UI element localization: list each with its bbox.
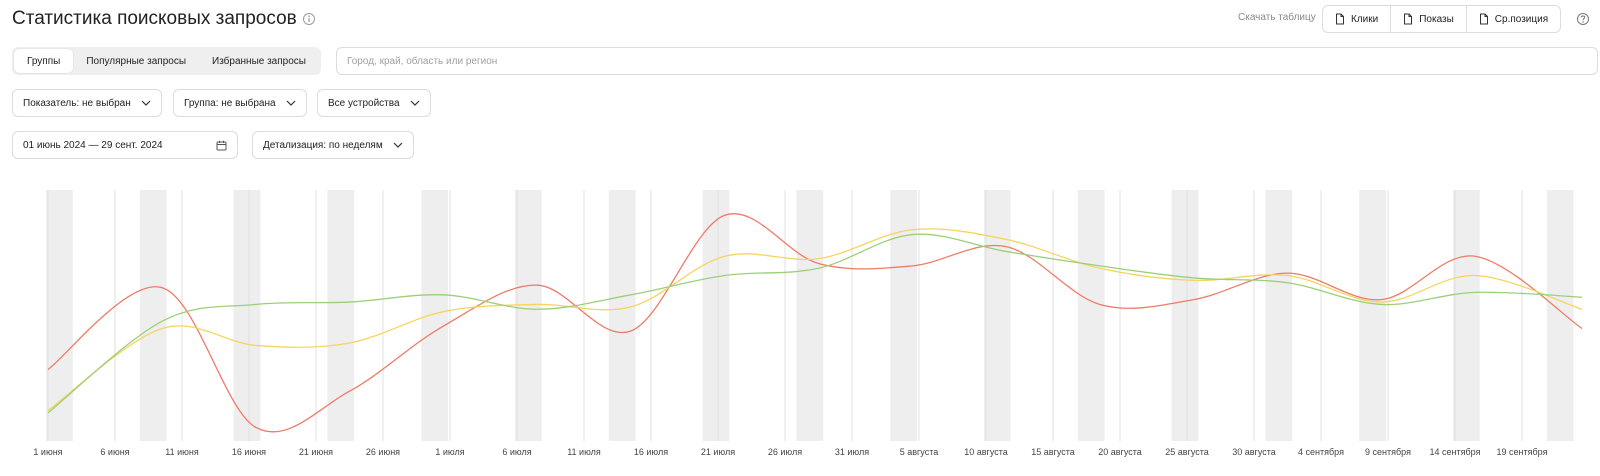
- download-avg-position-button[interactable]: Ср.позиция: [1467, 6, 1560, 32]
- weekend-band: [984, 190, 1011, 441]
- document-icon: [1336, 13, 1344, 25]
- calendar-icon: [216, 140, 227, 150]
- weekend-band: [796, 190, 824, 441]
- download-clicks-label: Клики: [1351, 13, 1379, 25]
- x-tick-label: 16 июня: [232, 447, 266, 457]
- search-stats-chart[interactable]: 1 июня 6 июня 11 июня 16 июня 21 июня 26 июня…: [0, 185, 1600, 476]
- tab-groups[interactable]: Группы: [14, 49, 74, 73]
- indicator-dropdown[interactable]: Показатель: не выбран: [12, 89, 162, 117]
- chevron-down-icon: [141, 100, 151, 106]
- chevron-down-icon: [286, 100, 295, 106]
- chevron-down-icon: [410, 100, 419, 106]
- download-button-group: Клики Показы Ср.позиция: [1322, 5, 1562, 33]
- x-tick-label: 4 сентября: [1298, 447, 1344, 457]
- weekend-band: [233, 190, 261, 441]
- tab-popular-queries[interactable]: Популярные запросы: [73, 49, 199, 73]
- region-search-input[interactable]: [336, 47, 1598, 75]
- x-tick-label: 9 сентября: [1365, 447, 1411, 457]
- x-tick-label: 16 июля: [634, 447, 668, 457]
- tabs: Группы Популярные запросы Избранные запр…: [12, 47, 321, 75]
- tab-favorite-queries[interactable]: Избранные запросы: [199, 49, 319, 73]
- weekend-band: [139, 190, 167, 441]
- x-tick-label: 6 июня: [100, 447, 129, 457]
- weekend-band: [1265, 190, 1293, 441]
- download-avg-position-label: Ср.позиция: [1494, 13, 1549, 25]
- weekend-band: [1171, 190, 1199, 441]
- info-icon[interactable]: [302, 12, 316, 26]
- x-tick-label: 31 июля: [835, 447, 869, 457]
- download-clicks-button[interactable]: Клики: [1323, 6, 1392, 32]
- x-tick-label: 21 июля: [701, 447, 735, 457]
- x-tick-label: 26 июля: [768, 447, 802, 457]
- weekend-band: [1077, 190, 1105, 441]
- chart-svg[interactable]: 1 июня 6 июня 11 июня 16 июня 21 июня 26 июня…: [0, 185, 1600, 476]
- x-tick-label: 20 августа: [1098, 447, 1142, 457]
- x-tick-label: 5 августа: [900, 447, 939, 457]
- download-impressions-label: Показы: [1419, 13, 1454, 25]
- x-tick-label: 6 июля: [502, 447, 531, 457]
- devices-dropdown-label: Все устройства: [328, 97, 400, 109]
- download-table-label: Скачать таблицу: [1238, 12, 1316, 23]
- weekend-band: [702, 190, 730, 441]
- x-tick-label: 11 июля: [567, 447, 601, 457]
- x-tick-label: 10 августа: [964, 447, 1008, 457]
- weekend-band: [1546, 190, 1574, 441]
- weekend-band: [515, 190, 542, 441]
- download-impressions-button[interactable]: Показы: [1391, 6, 1467, 32]
- devices-dropdown[interactable]: Все устройства: [317, 89, 431, 117]
- indicator-dropdown-label: Показатель: не выбран: [23, 97, 131, 109]
- chevron-down-icon: [393, 142, 403, 148]
- x-tick-label: 11 июня: [165, 447, 199, 457]
- date-range-label: 01 июнь 2024 — 29 сент. 2024: [23, 139, 163, 151]
- page-title: Статистика поисковых запросов: [12, 8, 316, 30]
- date-range-picker[interactable]: 01 июнь 2024 — 29 сент. 2024: [12, 131, 238, 159]
- group-dropdown-label: Группа: не выбрана: [184, 97, 276, 109]
- x-tick-label: 15 августа: [1031, 447, 1075, 457]
- x-tick-label: 19 сентября: [1497, 447, 1548, 457]
- weekend-band: [1359, 190, 1386, 441]
- weekend-band: [608, 190, 636, 441]
- help-icon[interactable]: [1576, 12, 1590, 26]
- document-icon: [1479, 13, 1488, 25]
- detail-dropdown-label: Детализация: по неделям: [263, 139, 383, 151]
- detail-dropdown[interactable]: Детализация: по неделям: [252, 131, 414, 159]
- x-tick-label: 21 июня: [299, 447, 333, 457]
- group-dropdown[interactable]: Группа: не выбрана: [173, 89, 307, 117]
- weekend-band: [890, 190, 917, 441]
- page-title-text: Статистика поисковых запросов: [12, 8, 297, 29]
- document-icon: [1404, 13, 1413, 25]
- x-tick-label: 25 августа: [1165, 447, 1209, 457]
- weekend-band: [1453, 190, 1480, 441]
- x-tick-label: 1 июня: [33, 447, 62, 457]
- x-tick-label: 30 августа: [1232, 447, 1276, 457]
- weekend-band: [421, 190, 448, 441]
- x-tick-label: 26 июня: [366, 447, 400, 457]
- x-tick-label: 14 сентября: [1430, 447, 1481, 457]
- x-tick-label: 1 июля: [435, 447, 464, 457]
